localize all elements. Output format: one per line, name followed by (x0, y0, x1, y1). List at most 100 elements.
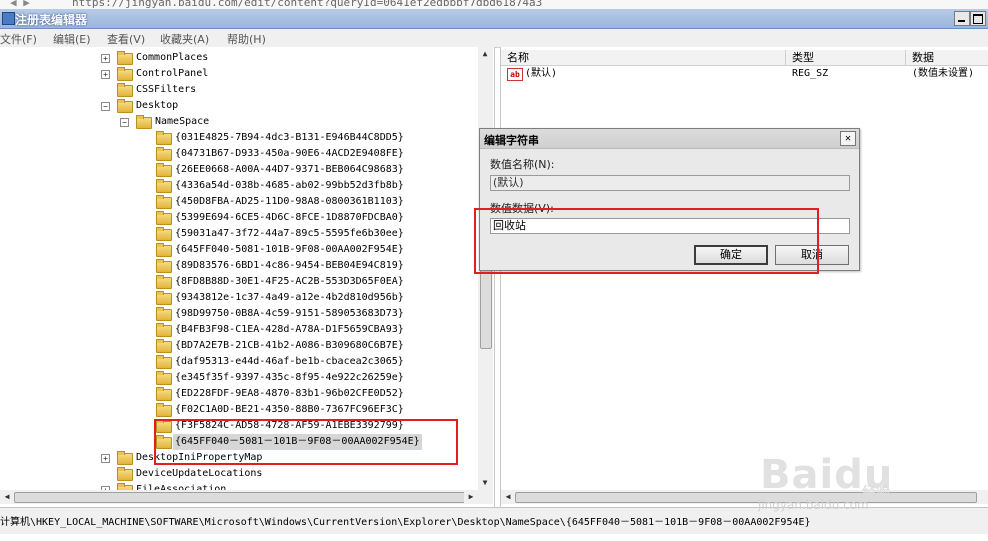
folder-icon (156, 339, 172, 353)
tree-item-commonplaces[interactable]: + CommonPlaces (0, 50, 480, 66)
tree-item-namespace[interactable]: − NameSpace (0, 114, 480, 130)
menu-help[interactable]: 帮助(H) (227, 31, 266, 47)
folder-icon (156, 371, 172, 385)
tree-item-guid[interactable]: {8FD8B88D-30E1-4F25-AC2B-553D3D65F0EA} (0, 274, 480, 290)
collapse-icon[interactable]: − (120, 118, 129, 127)
tree-item-controlpanel[interactable]: + ControlPanel (0, 66, 480, 82)
tree-item-label: ControlPanel (136, 68, 209, 79)
tree-item-guid[interactable]: {59031a47-3f72-44a7-89c5-5595fe6b30ee} (0, 226, 480, 242)
scroll-right-icon[interactable]: ▶ (464, 490, 478, 504)
collapse-icon[interactable]: − (101, 102, 110, 111)
scroll-thumb[interactable] (14, 492, 466, 503)
tree-item-label: {4336a54d-038b-4685-ab02-99bb52d3fb8b} (175, 180, 404, 191)
folder-open-icon (136, 115, 152, 129)
values-list[interactable]: 名称 类型 数据 ab (默认) REG_SZ (数值未设置) ◀ (500, 47, 988, 507)
folder-icon (156, 275, 172, 289)
tree-item-fileassociation[interactable]: + FileAssociation (0, 482, 480, 490)
expand-icon[interactable]: + (101, 454, 110, 463)
maximize-button[interactable] (970, 11, 986, 26)
tree-item-guid[interactable]: {04731B67-D933-450a-90E6-4ACD2E9408FE} (0, 146, 480, 162)
menu-file[interactable]: 文件(F) (0, 31, 37, 47)
folder-icon (156, 323, 172, 337)
value-name-label: 数值名称(N): (490, 158, 555, 171)
scroll-left-icon[interactable]: ◀ (501, 490, 515, 504)
list-horizontal-scrollbar[interactable]: ◀ (501, 490, 988, 504)
scroll-up-icon[interactable]: ▲ (478, 47, 492, 61)
tree-item-desktop[interactable]: − Desktop (0, 98, 480, 114)
folder-open-icon (117, 99, 133, 113)
tree-item-guid[interactable]: {daf95313-e44d-46af-be1b-cbacea2c3065} (0, 354, 480, 370)
tree-item-guid[interactable]: {B4FB3F98-C1EA-428d-A78A-D1F5659CBA93} (0, 322, 480, 338)
regedit-icon (2, 12, 15, 25)
tree-item-guid[interactable]: {450D8FBA-AD25-11D0-98A8-0800361B1103} (0, 194, 480, 210)
folder-icon (117, 467, 133, 481)
value-data-label: 数值数据(V): (490, 202, 554, 215)
menu-favorites[interactable]: 收藏夹(A) (160, 31, 209, 47)
tree-item-cssfilters[interactable]: CSSFilters (0, 82, 480, 98)
tree-item-label: CSSFilters (136, 84, 197, 95)
browser-url[interactable]: https://jingyan.baidu.com/edit/content?q… (72, 0, 542, 9)
tree-item-guid[interactable]: {e345f35f-9397-435c-8f95-4e922c26259e} (0, 370, 480, 386)
tree-item-label: {89D83576-6BD1-4c86-9454-BEB04E94C819} (175, 260, 404, 271)
tree-item-label: {8FD8B88D-30E1-4F25-AC2B-553D3D65F0EA} (175, 276, 404, 287)
tree-item-guid[interactable]: {F02C1A0D-BE21-4350-88B0-7367FC96EF3C} (0, 402, 480, 418)
tree-item-label: {031E4825-7B94-4dc3-B131-E946B44C8DD5} (175, 132, 404, 143)
tree-item-guid[interactable]: {ED228FDF-9EA8-4870-83b1-96b02CFE0D52} (0, 386, 480, 402)
tree-item-deviceupdate[interactable]: DeviceUpdateLocations (0, 466, 480, 482)
close-icon[interactable]: ✕ (840, 131, 856, 146)
ok-button[interactable]: 确定 (694, 245, 768, 265)
minimize-button[interactable] (954, 11, 970, 26)
scroll-down-icon[interactable]: ▼ (478, 476, 492, 490)
folder-icon (117, 83, 133, 97)
column-type[interactable]: 类型 (786, 50, 906, 65)
folder-icon (117, 451, 133, 465)
expand-icon[interactable]: + (101, 70, 110, 79)
folder-icon (156, 307, 172, 321)
value-name-field: (默认) (490, 175, 850, 191)
tree-item-guid[interactable]: {89D83576-6BD1-4c86-9454-BEB04E94C819} (0, 258, 480, 274)
tree-item-label: {9343812e-1c37-4a49-a12e-4b2d810d956b} (175, 292, 404, 303)
value-data-input[interactable]: 回收站 (490, 218, 850, 234)
tree-item-label: {BD7A2E7B-21CB-41b2-A086-B309680C6B7E} (175, 340, 404, 351)
tree-item-guid[interactable]: {26EE0668-A00A-44D7-9371-BEB064C98683} (0, 162, 480, 178)
tree-item-guid[interactable]: {98D99750-0B8A-4c59-9151-589053683D73} (0, 306, 480, 322)
tree-item-guid[interactable]: {9343812e-1c37-4a49-a12e-4b2d810d956b} (0, 290, 480, 306)
tree-item-label: {5399E694-6CE5-4D6C-8FCE-1D8870FDCBA0} (175, 212, 404, 223)
tree-item-label: {B4FB3F98-C1EA-428d-A78A-D1F5659CBA93} (175, 324, 404, 335)
column-name[interactable]: 名称 (501, 50, 786, 65)
tree-item-guid-new[interactable]: {645FF040－5081－101B－9F08－00AA002F954E} (0, 434, 480, 450)
column-data[interactable]: 数据 (906, 50, 988, 65)
tree-item-label: DesktopIniPropertyMap (136, 452, 263, 463)
tree-item-desktopini[interactable]: + DesktopIniPropertyMap (0, 450, 480, 466)
tree-item-label: {26EE0668-A00A-44D7-9371-BEB064C98683} (175, 164, 404, 175)
value-row-default[interactable]: ab (默认) REG_SZ (数值未设置) (501, 66, 988, 82)
tree-item-guid[interactable]: {4336a54d-038b-4685-ab02-99bb52d3fb8b} (0, 178, 480, 194)
expand-icon[interactable]: + (101, 54, 110, 63)
tree-item-label: {daf95313-e44d-46af-be1b-cbacea2c3065} (175, 356, 404, 367)
tree-item-guid[interactable]: {031E4825-7B94-4dc3-B131-E946B44C8DD5} (0, 130, 480, 146)
folder-icon (156, 227, 172, 241)
menu-edit[interactable]: 编辑(E) (53, 31, 91, 47)
value-data: (数值未设置) (912, 68, 975, 79)
title-bar: 注册表编辑器 (0, 9, 988, 29)
tree-item-label: {645FF040-5081-101B-9F08-00AA002F954E} (175, 244, 404, 255)
folder-icon (156, 419, 172, 433)
tree-item-guid[interactable]: {5399E694-6CE5-4D6C-8FCE-1D8870FDCBA0} (0, 210, 480, 226)
tree-item-guid[interactable]: {F3F5824C-AD58-4728-AF59-A1EBE3392799} (0, 418, 480, 434)
tree-item-guid[interactable]: {645FF040-5081-101B-9F08-00AA002F954E} (0, 242, 480, 258)
folder-icon (156, 291, 172, 305)
tree-item-label: {F02C1A0D-BE21-4350-88B0-7367FC96EF3C} (175, 404, 404, 415)
back-arrow-icon[interactable]: ◀ ▶ (10, 0, 30, 9)
registry-tree[interactable]: + CommonPlaces + ControlPanel CSSFilters… (0, 47, 495, 507)
scroll-thumb[interactable] (515, 492, 977, 503)
tree-item-label: DeviceUpdateLocations (136, 468, 263, 479)
folder-icon (156, 131, 172, 145)
menu-view[interactable]: 查看(V) (107, 31, 145, 47)
scroll-left-icon[interactable]: ◀ (0, 490, 14, 504)
cancel-button[interactable]: 取消 (775, 245, 849, 265)
dialog-title-bar[interactable]: 编辑字符串 ✕ (480, 129, 859, 149)
folder-icon (156, 163, 172, 177)
tree-horizontal-scrollbar[interactable]: ◀ ▶ (0, 490, 493, 504)
folder-icon (117, 67, 133, 81)
tree-item-guid[interactable]: {BD7A2E7B-21CB-41b2-A086-B309680C6B7E} (0, 338, 480, 354)
